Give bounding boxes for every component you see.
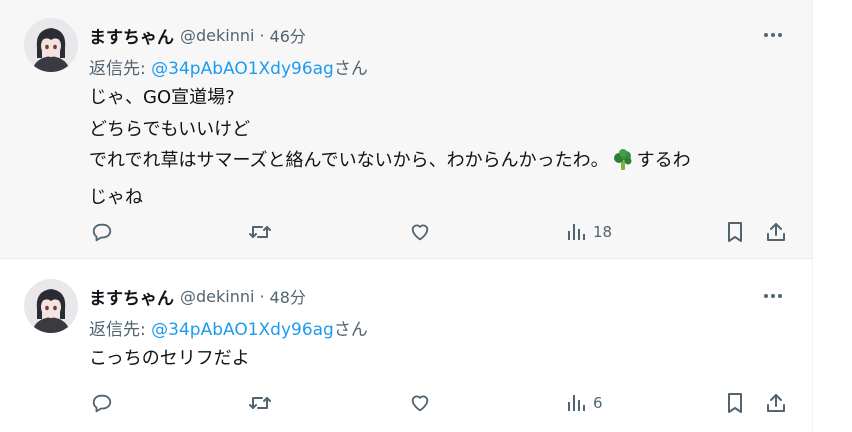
reply-button[interactable]	[91, 388, 113, 418]
retweet-button[interactable]	[248, 388, 272, 418]
reply-context: 返信先: @34pAbAO1Xdy96agさん	[89, 315, 788, 340]
views-button[interactable]: 18	[567, 217, 612, 247]
share-button[interactable]	[765, 217, 787, 247]
retweet-icon	[249, 226, 271, 238]
share-icon	[767, 394, 785, 412]
retweet-icon	[249, 397, 271, 409]
reply-suffix: さん	[333, 59, 368, 79]
separator: ·	[259, 286, 265, 306]
reply-prefix: 返信先:	[89, 59, 152, 79]
timestamp[interactable]: 46分	[270, 23, 306, 47]
timestamp[interactable]: 48分	[270, 284, 306, 308]
tweet-text-segment: でれでれ草はサマーズと絡んでいないから、わからんかったわ。	[89, 150, 609, 171]
tweet-text-line: こっちのセリフだよ	[89, 348, 250, 369]
reply-bubble-icon	[92, 223, 112, 242]
heart-icon	[411, 224, 429, 241]
like-button[interactable]	[409, 388, 431, 418]
tweet[interactable]: ますちゃん @dekinni · 48分 返信先: @34pAbAO1Xdy96…	[0, 259, 812, 432]
tweet[interactable]: ますちゃん @dekinni · 46分 返信先: @34pAbAO1Xdy96…	[0, 0, 812, 259]
user-handle[interactable]: @dekinni	[180, 287, 254, 306]
bookmark-icon	[728, 222, 742, 242]
tweet-text-line: じゃ、GO宣道場?	[89, 87, 235, 108]
reply-prefix: 返信先:	[89, 320, 152, 340]
tweet-text-line: でれでれ草はサマーズと絡んでいないから、わからんかったわ。 するわ	[89, 145, 788, 182]
bookmark-icon	[728, 393, 742, 413]
reply-context: 返信先: @34pAbAO1Xdy96agさん	[89, 54, 788, 79]
retweet-button[interactable]	[248, 217, 272, 247]
bookmark-button[interactable]	[725, 388, 745, 418]
separator: ·	[259, 25, 265, 45]
broccoli-emoji	[612, 149, 634, 182]
bookmark-button[interactable]	[725, 217, 745, 247]
reply-button[interactable]	[91, 217, 113, 247]
more-dots-icon[interactable]	[758, 22, 788, 48]
avatar[interactable]	[24, 279, 78, 333]
reply-mention-link[interactable]: @34pAbAO1Xdy96ag	[151, 320, 334, 340]
tweet-text: こっちのセリフだよ	[89, 343, 788, 375]
tweet-text-line: じゃね	[89, 186, 143, 208]
tweet-text-line: どちらでもいいけど	[89, 118, 251, 140]
share-icon	[767, 223, 785, 241]
tweet-text: じゃ、GO宣道場? どちらでもいいけど でれでれ草はサマーズと絡んでいないから、…	[89, 82, 788, 213]
reply-suffix: さん	[333, 320, 368, 340]
share-button[interactable]	[765, 388, 787, 418]
views-count: 6	[593, 394, 603, 412]
views-chart-icon	[568, 395, 585, 411]
views-count: 18	[593, 223, 613, 241]
views-button[interactable]: 6	[567, 388, 603, 418]
reply-mention-link[interactable]: @34pAbAO1Xdy96ag	[151, 59, 334, 79]
action-bar: 18	[89, 217, 788, 247]
tweet-text-segment: するわ	[636, 150, 691, 171]
more-dots-icon[interactable]	[758, 283, 788, 309]
user-handle[interactable]: @dekinni	[180, 26, 254, 45]
display-name[interactable]: ますちゃん	[89, 284, 174, 309]
timeline-feed: ますちゃん @dekinni · 46分 返信先: @34pAbAO1Xdy96…	[0, 0, 813, 432]
action-bar: 6	[89, 388, 788, 418]
views-chart-icon	[568, 224, 585, 240]
display-name[interactable]: ますちゃん	[89, 23, 174, 48]
heart-icon	[411, 395, 429, 412]
avatar[interactable]	[24, 18, 78, 72]
like-button[interactable]	[409, 217, 431, 247]
reply-bubble-icon	[92, 394, 112, 413]
